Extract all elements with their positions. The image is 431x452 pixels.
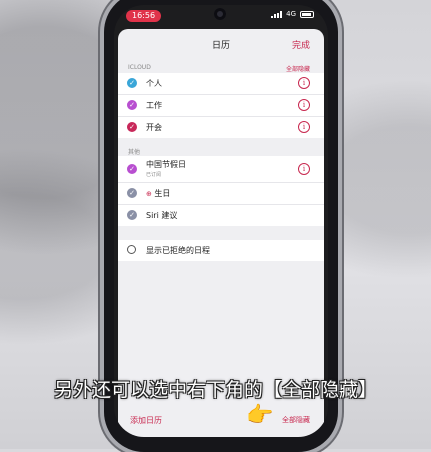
signal-icon <box>271 10 283 18</box>
icloud-section-header: ICLOUD 全部隐藏 <box>118 59 324 73</box>
unchecked-circle-icon[interactable] <box>127 245 136 254</box>
other-section-header: 其他 <box>118 142 324 156</box>
calendar-label: 工作 <box>146 101 162 110</box>
network-type: 4G <box>286 10 296 18</box>
checkmark-icon[interactable]: ✓ <box>127 164 137 174</box>
calendar-row-china-holidays[interactable]: ✓ 中国节假日 已订阅 i <box>118 156 324 183</box>
calendar-row-birthdays[interactable]: ✓ ⊕ 生日 <box>118 183 324 205</box>
info-icon[interactable]: i <box>298 99 310 111</box>
calendar-label: 个人 <box>146 79 162 88</box>
status-time: 16:56 <box>126 10 162 22</box>
calendar-label: 中国节假日 <box>146 160 186 169</box>
battery-icon <box>300 10 314 18</box>
video-caption: 另外还可以选中右下角的【全部隐藏】 <box>53 379 377 401</box>
icloud-calendar-list: ✓ 个人 i ✓ 工作 i ✓ 开会 i <box>118 73 324 138</box>
checkmark-icon[interactable]: ✓ <box>127 78 137 88</box>
birthday-label: 生日 <box>154 189 171 198</box>
calendar-label: Siri 建议 <box>146 211 178 220</box>
info-icon[interactable]: i <box>298 77 310 89</box>
checkmark-icon[interactable]: ✓ <box>127 100 137 110</box>
calendar-row-siri-suggestions[interactable]: ✓ Siri 建议 <box>118 205 324 226</box>
info-icon[interactable]: i <box>298 163 310 175</box>
other-calendar-list: ✓ 中国节假日 已订阅 i ✓ ⊕ 生日 ✓ Siri 建议 <box>118 156 324 226</box>
show-declined-label: 显示已拒绝的日程 <box>146 246 210 255</box>
other-section-title: 其他 <box>128 149 141 156</box>
status-indicators: 4G <box>271 10 314 18</box>
checkmark-icon[interactable]: ✓ <box>127 122 137 132</box>
show-declined-row[interactable]: 显示已拒绝的日程 <box>118 240 324 261</box>
hide-all-icloud-button[interactable]: 全部隐藏 <box>286 64 310 73</box>
bottom-toolbar: 添加日历 👉 全部隐藏 <box>118 405 324 429</box>
add-calendar-button[interactable]: 添加日历 <box>130 415 162 426</box>
front-camera <box>214 8 226 20</box>
checkmark-icon[interactable]: ✓ <box>127 188 137 198</box>
gift-icon: ⊕ <box>146 190 152 198</box>
hide-all-button[interactable]: 全部隐藏 <box>282 415 310 425</box>
calendar-row-personal[interactable]: ✓ 个人 i <box>118 73 324 95</box>
calendar-label: 开会 <box>146 123 162 132</box>
checkmark-icon[interactable]: ✓ <box>127 210 137 220</box>
status-bar: 16:56 4G <box>114 5 328 27</box>
calendar-label: ⊕ 生日 <box>146 188 170 199</box>
pointing-hand-icon: 👉 <box>246 403 274 428</box>
calendar-sublabel: 已订阅 <box>146 172 162 178</box>
calendar-row-work[interactable]: ✓ 工作 i <box>118 95 324 117</box>
done-button[interactable]: 完成 <box>292 38 310 51</box>
nav-bar: 日历 完成 <box>118 29 324 59</box>
icloud-section-title: ICLOUD <box>128 64 151 71</box>
calendar-row-meeting[interactable]: ✓ 开会 i <box>118 117 324 138</box>
declined-events-list: 显示已拒绝的日程 <box>118 240 324 261</box>
phone-screen: 16:56 4G 日历 完成 ICLOUD 全部隐藏 ✓ 个人 i ✓ 工作 i… <box>114 5 328 437</box>
info-icon[interactable]: i <box>298 121 310 133</box>
